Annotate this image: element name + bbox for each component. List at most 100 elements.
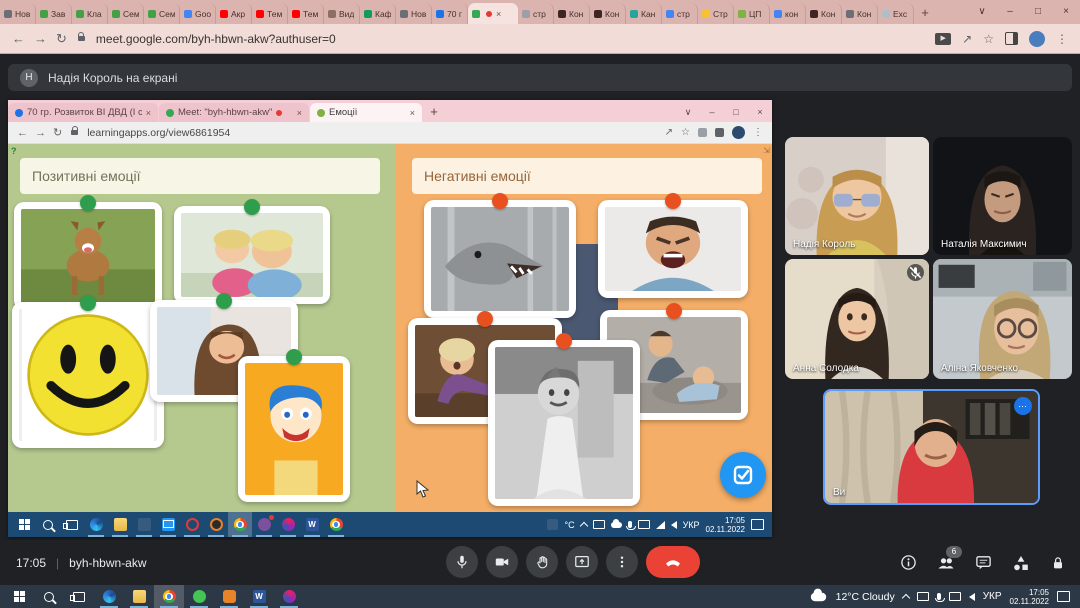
notification-center-icon[interactable] [1057, 591, 1070, 602]
tab-search-icon[interactable]: ∨ [676, 102, 700, 122]
help-icon[interactable]: ? [11, 146, 17, 156]
angry-man-photo[interactable] [598, 200, 748, 298]
taskbar-button-search[interactable] [34, 585, 64, 608]
participant-tile[interactable]: Наталія Максимич [933, 137, 1072, 255]
participant-tile[interactable]: Надія Король [785, 137, 929, 255]
taskbar-button-photos[interactable] [132, 512, 156, 537]
bookmark-star-icon[interactable]: ☆ [983, 32, 994, 46]
end-call-button[interactable] [646, 546, 700, 578]
notification-center-icon[interactable] [751, 519, 764, 530]
close-icon[interactable]: × [1052, 0, 1080, 24]
maximize-icon[interactable]: □ [1024, 0, 1052, 24]
profile-avatar[interactable] [1029, 31, 1045, 47]
tile-options-button[interactable]: ⋯ [1014, 397, 1032, 415]
chat-icon[interactable] [975, 554, 992, 571]
display-tray-icon[interactable] [949, 592, 961, 601]
hidden-icons-chevron[interactable] [579, 521, 587, 529]
taskbar-button-chrome[interactable] [154, 585, 184, 608]
browser-tab[interactable]: стр [518, 3, 554, 24]
back-icon[interactable]: ← [12, 31, 25, 46]
taskbar-button-task-view[interactable] [64, 585, 94, 608]
close-tab-icon[interactable]: × [410, 108, 415, 118]
browser-tab[interactable]: 70 г [432, 3, 468, 24]
reload-icon[interactable]: ↻ [53, 126, 62, 139]
browser-tab[interactable]: Goo [180, 3, 216, 24]
tab-meet-active[interactable]: × [468, 3, 518, 24]
mic-tray-icon[interactable] [628, 521, 632, 528]
browser-tab[interactable]: Сем [108, 3, 144, 24]
browser-tab[interactable]: Кла [72, 3, 108, 24]
taskbar-button-colorful-app[interactable] [274, 585, 304, 608]
forward-icon[interactable]: → [34, 31, 47, 46]
microphone-button[interactable] [446, 546, 478, 578]
browser-tab[interactable]: стр [662, 3, 698, 24]
browser-tab[interactable]: Стр [698, 3, 734, 24]
snarling-wolf-photo[interactable] [424, 200, 576, 318]
speaker-tray-icon[interactable] [969, 593, 975, 601]
check-answers-button[interactable] [720, 452, 766, 498]
taskbar-button-edge[interactable] [94, 585, 124, 608]
taskbar-clock[interactable]: 17:0502.11.2022 [706, 516, 745, 534]
shared-browser-tab[interactable]: Meet: "byh-hbwn-akw"× [159, 103, 309, 122]
back-icon[interactable]: ← [17, 127, 28, 139]
browser-tab[interactable]: Вид [324, 3, 360, 24]
browser-tab[interactable]: Зав [36, 3, 72, 24]
taskbar-button-colorful-app[interactable] [276, 512, 300, 537]
camera-button[interactable] [486, 546, 518, 578]
url-text[interactable]: meet.google.com/byh-hbwn-akw?authuser=0 [96, 32, 336, 46]
cloud-tray-icon[interactable] [611, 522, 622, 528]
share-icon[interactable]: ↗ [665, 127, 673, 138]
weather-widget-icon[interactable] [547, 519, 558, 530]
raise-hand-button[interactable] [526, 546, 558, 578]
activities-icon[interactable] [1012, 554, 1030, 572]
joy-cartoon-image[interactable] [238, 356, 350, 502]
more-options-button[interactable] [606, 546, 638, 578]
fullscreen-icon[interactable]: ⇲ [763, 146, 769, 155]
close-tab-icon[interactable]: × [146, 108, 151, 118]
mic-tray-icon[interactable] [937, 593, 941, 600]
maximize-icon[interactable]: □ [724, 102, 748, 122]
taskbar-button-word[interactable]: W [244, 585, 274, 608]
profile-avatar[interactable] [732, 126, 745, 139]
participant-tile[interactable]: Анна Солодка [785, 259, 929, 379]
browser-tab[interactable]: Кон [590, 3, 626, 24]
taskbar-clock[interactable]: 17:0502.11.2022 [1010, 588, 1049, 606]
taskbar-button-word[interactable]: W [300, 512, 324, 537]
taskbar-button-mail[interactable] [156, 512, 180, 537]
browser-tab[interactable]: кон [770, 3, 806, 24]
browser-tab[interactable]: Кон [842, 3, 878, 24]
happy-dog-photo[interactable] [14, 202, 162, 310]
browser-tab[interactable]: Сем [144, 3, 180, 24]
display-tray-icon[interactable] [638, 520, 650, 529]
browser-tab[interactable]: Каф [360, 3, 396, 24]
minimize-icon[interactable]: – [700, 102, 724, 122]
weather-widget[interactable]: °C [564, 520, 574, 530]
mother-child-hug-photo[interactable] [174, 206, 330, 304]
taskbar-button-edge[interactable] [84, 512, 108, 537]
scared-girl-photo[interactable] [488, 340, 640, 506]
forward-icon[interactable]: → [35, 127, 46, 139]
browser-tab[interactable]: Кон [806, 3, 842, 24]
browser-tab[interactable]: ЦП [734, 3, 770, 24]
participant-tile[interactable]: Ви⋯ [823, 389, 1040, 505]
taskbar-button-search[interactable] [36, 512, 60, 537]
shared-browser-tab[interactable]: Емоції× [310, 103, 422, 122]
taskbar-button-green-app[interactable] [184, 585, 214, 608]
taskbar-button-viber-badged[interactable] [252, 512, 276, 537]
extension-icon[interactable] [698, 128, 707, 137]
participant-tile[interactable]: Аліна Яковченко [933, 259, 1072, 379]
close-tab-icon[interactable]: × [496, 9, 501, 19]
taskbar-button-file-explorer[interactable] [124, 585, 154, 608]
browser-tab[interactable]: Тем [252, 3, 288, 24]
speaker-tray-icon[interactable] [671, 521, 677, 529]
url-text[interactable]: learningapps.org/view6861954 [87, 127, 230, 139]
taskbar-button-file-explorer[interactable] [108, 512, 132, 537]
browser-tab[interactable]: Акр [216, 3, 252, 24]
taskbar-button-opera-orange[interactable] [204, 512, 228, 537]
host-controls-icon[interactable] [1050, 555, 1066, 571]
close-tab-icon[interactable]: × [297, 108, 302, 118]
close-icon[interactable]: × [748, 102, 772, 122]
browser-menu-icon[interactable]: ⋮ [1056, 32, 1068, 46]
taskbar-button-start[interactable] [4, 585, 34, 608]
new-tab-button[interactable]: + [914, 2, 936, 24]
